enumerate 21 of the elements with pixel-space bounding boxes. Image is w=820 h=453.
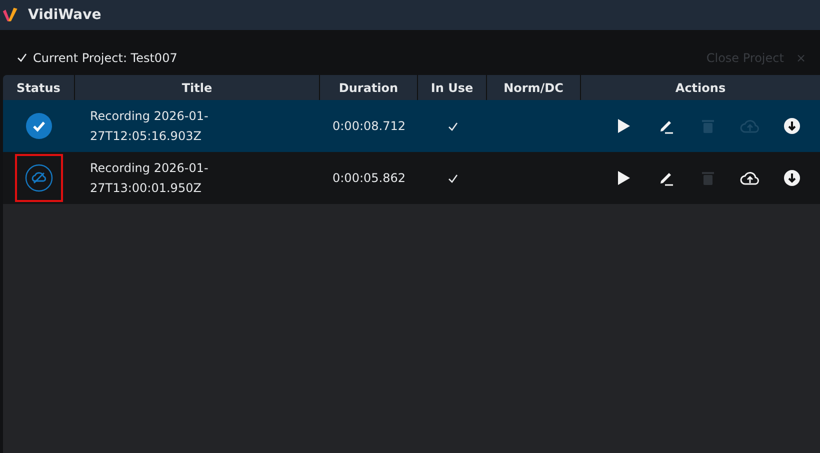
duration-text: 0:00:05.862 — [332, 171, 406, 185]
column-header[interactable]: Actions — [581, 75, 820, 100]
trash-icon — [701, 170, 715, 186]
download-icon — [784, 170, 800, 186]
pencil-icon — [658, 170, 674, 186]
download-icon — [784, 118, 800, 134]
duration-text: 0:00:08.712 — [332, 119, 406, 133]
recording-title: Recording 2026-01-27T12:05:16.903Z — [90, 108, 210, 145]
current-project-label: Current Project: Test007 — [33, 50, 178, 64]
play-icon — [617, 118, 631, 134]
logo-icon — [2, 6, 20, 24]
app-title: VidiWave — [28, 7, 102, 23]
recording-title: Recording 2026-01-27T13:00:01.950Z — [90, 160, 210, 197]
pencil-icon — [658, 118, 674, 134]
trash-icon — [701, 118, 715, 134]
play-icon — [617, 170, 631, 186]
table-row[interactable]: Recording 2026-01-27T12:05:16.903Z 0:00:08.712 — [3, 100, 820, 152]
table-row[interactable]: Recording 2026-01-27T13:00:01.950Z 0:00:05.862 — [3, 152, 820, 204]
check-icon — [17, 53, 27, 62]
cloud-upload-icon — [740, 118, 760, 134]
cloud-upload-icon — [740, 170, 760, 186]
